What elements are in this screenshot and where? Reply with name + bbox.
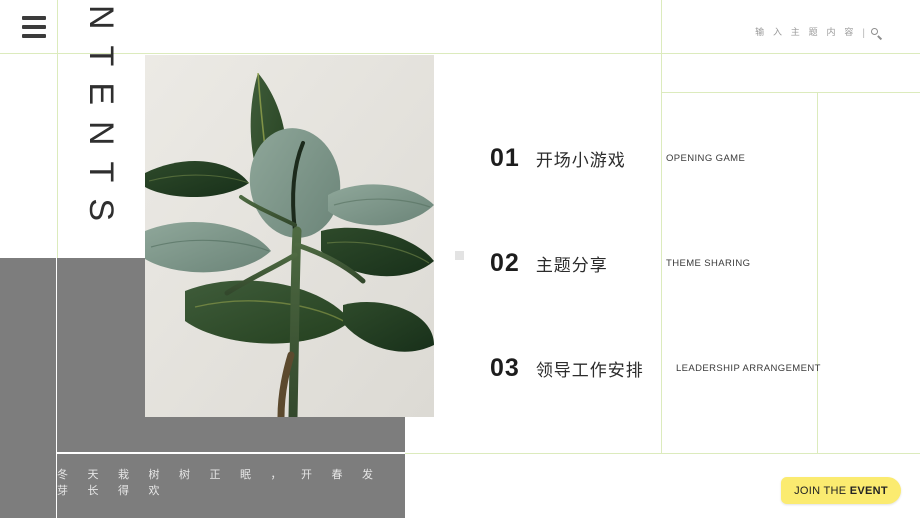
agenda-title-cn: 开场小游戏	[535, 150, 626, 171]
agenda-item-1[interactable]: 01 开场小游戏 OPENING GAME	[490, 138, 745, 178]
slide-canvas: 输 入 主 题 内 容 | CONTENTS 01 开场小游戏 OPENING …	[0, 0, 920, 518]
hamburger-bar-1	[22, 16, 46, 20]
join-event-label: JOIN THE EVENT	[794, 485, 888, 497]
agenda-number: 02	[490, 248, 520, 277]
rubber-plant-photo	[145, 55, 434, 417]
join-event-label-light: JOIN THE	[794, 484, 850, 497]
grid-line-v-right	[817, 92, 818, 453]
hamburger-bar-2	[22, 25, 46, 29]
grid-line-h-top	[0, 53, 920, 54]
join-event-button[interactable]: JOIN THE EVENT	[781, 477, 901, 504]
agenda-number: 01	[490, 143, 520, 172]
gray-block-left	[0, 258, 56, 518]
grid-line-h-upper	[661, 92, 920, 93]
footer-caption: 冬 天 栽 树 树 正 眠 ， 开 春 发 芽 长 得 欢	[57, 468, 405, 497]
hamburger-bar-3	[22, 34, 46, 38]
footer-caption-text: 冬 天 栽 树 树 正 眠 ， 开 春 发 芽 长 得 欢	[57, 468, 381, 497]
search-input[interactable]: 输 入 主 题 内 容 |	[755, 28, 882, 39]
hamburger-menu-icon[interactable]	[22, 16, 46, 38]
contents-vertical-title: CONTENTS	[57, 0, 143, 390]
join-event-label-bold: EVENT	[849, 484, 888, 497]
agenda-title-cn: 主题分享	[535, 255, 608, 276]
agenda-item-2[interactable]: 02 主题分享 THEME SHARING	[490, 243, 750, 283]
agenda-number: 03	[490, 353, 520, 382]
agenda-title-en: THEME SHARING	[666, 257, 751, 269]
agenda-title-en: LEADERSHIP ARRANGEMENT	[676, 362, 821, 374]
agenda-item-3[interactable]: 03 领导工作安排 LEADERSHIP ARRANGEMENT	[490, 348, 820, 388]
search-divider: |	[862, 27, 865, 39]
agenda-title-en: OPENING GAME	[666, 152, 746, 164]
agenda-title-cn: 领导工作安排	[535, 360, 644, 381]
contents-title-text: CONTENTS	[81, 0, 120, 237]
search-placeholder: 输 入 主 题 内 容	[755, 28, 857, 38]
search-icon[interactable]	[871, 28, 882, 39]
grid-line-v-mid	[661, 0, 662, 453]
grid-line-h-lower	[405, 453, 920, 454]
bullet-square-marker	[455, 251, 464, 260]
